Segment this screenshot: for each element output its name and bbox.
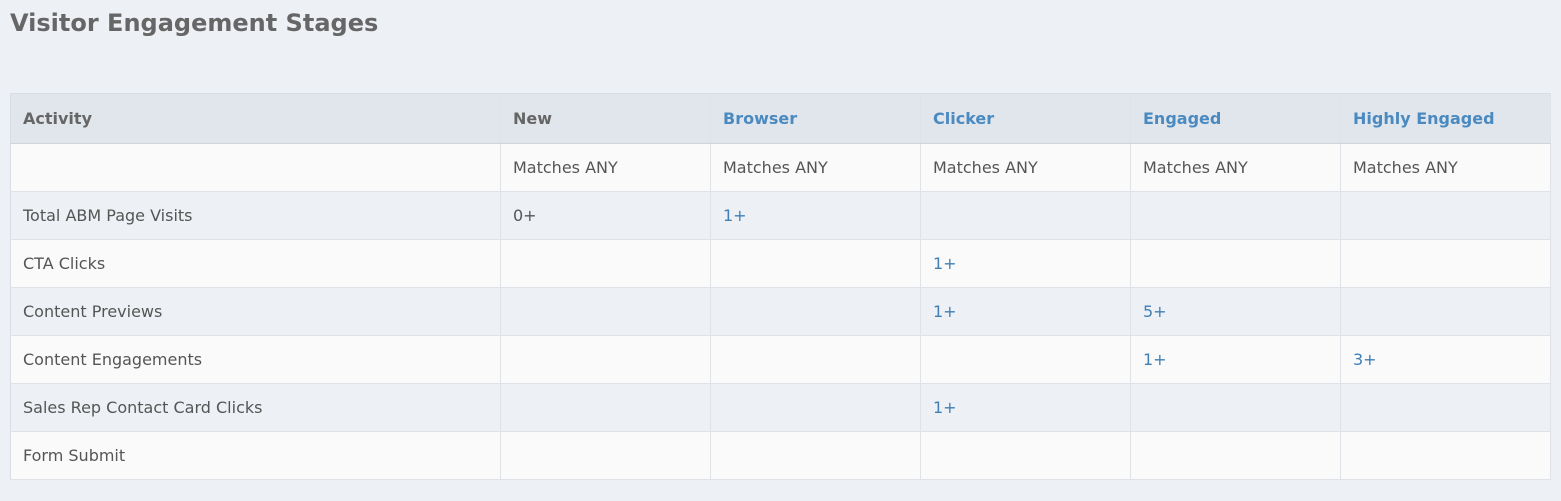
table-row: CTA Clicks 1+ — [10, 239, 1551, 288]
table-cell — [1130, 239, 1341, 288]
table-cell[interactable]: 5+ — [1130, 287, 1341, 336]
table-cell — [1340, 191, 1551, 240]
table-cell — [920, 335, 1131, 384]
table-row: Matches ANY Matches ANY Matches ANY Matc… — [10, 143, 1551, 192]
engagement-stages-table: Activity New Browser Clicker Engaged Hig… — [10, 93, 1551, 480]
table-cell[interactable]: 3+ — [1340, 335, 1551, 384]
table-cell — [1340, 239, 1551, 288]
table-cell — [500, 383, 711, 432]
column-header-engaged[interactable]: Engaged — [1130, 93, 1341, 144]
table-cell — [500, 287, 711, 336]
page-title: Visitor Engagement Stages — [10, 9, 379, 37]
table-cell[interactable]: 1+ — [1130, 335, 1341, 384]
table-cell[interactable]: 1+ — [920, 287, 1131, 336]
table-cell: Matches ANY — [1340, 143, 1551, 192]
activity-label: Content Previews — [10, 287, 501, 336]
table-row: Total ABM Page Visits 0+ 1+ — [10, 191, 1551, 240]
table-cell — [1130, 383, 1341, 432]
table-cell: Matches ANY — [1130, 143, 1341, 192]
table-cell — [920, 431, 1131, 480]
table-cell — [1340, 287, 1551, 336]
activity-label: Total ABM Page Visits — [10, 191, 501, 240]
table-cell[interactable]: 1+ — [710, 191, 921, 240]
table-cell: 0+ — [500, 191, 711, 240]
table-cell — [500, 239, 711, 288]
table-cell[interactable]: 1+ — [920, 383, 1131, 432]
activity-label: CTA Clicks — [10, 239, 501, 288]
table-cell — [10, 143, 501, 192]
table-cell — [710, 287, 921, 336]
column-header-highly-engaged[interactable]: Highly Engaged — [1340, 93, 1551, 144]
table-row: Sales Rep Contact Card Clicks 1+ — [10, 383, 1551, 432]
table-cell — [710, 239, 921, 288]
activity-label: Sales Rep Contact Card Clicks — [10, 383, 501, 432]
column-header-clicker[interactable]: Clicker — [920, 93, 1131, 144]
activity-label: Form Submit — [10, 431, 501, 480]
column-header-browser[interactable]: Browser — [710, 93, 921, 144]
table-cell — [1340, 383, 1551, 432]
table-cell — [920, 191, 1131, 240]
table-cell — [500, 431, 711, 480]
table-cell: Matches ANY — [710, 143, 921, 192]
column-header-activity: Activity — [10, 93, 501, 144]
table-cell — [1130, 431, 1341, 480]
table-cell: Matches ANY — [500, 143, 711, 192]
table-row: Content Engagements 1+ 3+ — [10, 335, 1551, 384]
activity-label: Content Engagements — [10, 335, 501, 384]
table-cell — [710, 383, 921, 432]
table-row: Content Previews 1+ 5+ — [10, 287, 1551, 336]
table-cell — [500, 335, 711, 384]
table-header-row: Activity New Browser Clicker Engaged Hig… — [10, 93, 1551, 144]
table-cell — [710, 335, 921, 384]
table-cell[interactable]: 1+ — [920, 239, 1131, 288]
column-header-new: New — [500, 93, 711, 144]
table-cell — [1340, 431, 1551, 480]
table-cell — [710, 431, 921, 480]
table-cell: Matches ANY — [920, 143, 1131, 192]
table-cell — [1130, 191, 1341, 240]
table-row: Form Submit — [10, 431, 1551, 480]
